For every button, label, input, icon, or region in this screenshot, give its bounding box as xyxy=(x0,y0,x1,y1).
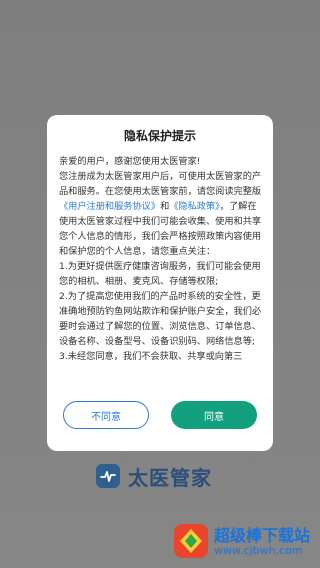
heart-pulse-icon xyxy=(96,464,120,488)
privacy-policy-link[interactable]: 《隐私政策》 xyxy=(169,201,220,212)
site-watermark: 超级棒下载站 www.cjbwh.com xyxy=(172,520,314,564)
list-item: 1.为更好提供医疗健康咨询服务，我们可能会使用您的相机、相册、麦克风、存储等权限… xyxy=(59,261,261,287)
watermark-url: www.cjbwh.com xyxy=(214,544,303,557)
greeting-text: 亲爱的用户，感谢您使用太医管家! xyxy=(59,156,201,167)
download-site-icon xyxy=(172,522,210,560)
list-item: 2.为了提高您使用我们的产品时系统的安全性，更准确地预防钓鱼网站欺诈和保护账户安… xyxy=(59,291,262,347)
list-item: 3.未经您同意，我们不会获取、共享或向第三 xyxy=(59,351,243,362)
privacy-body-text[interactable]: 亲爱的用户，感谢您使用太医管家! 您注册成为太医管家用户后，可使用太医管家的产品… xyxy=(59,154,263,387)
intro-text: 您注册成为太医管家用户后，可使用太医管家的产品和服务。在您使用太医管家前，请您阅… xyxy=(59,171,262,197)
intro-paragraph: 您注册成为太医管家用户后，可使用太医管家的产品和服务。在您使用太医管家前，请您阅… xyxy=(59,169,263,259)
brand-name: 太医管家 xyxy=(128,465,212,490)
and-text: 和 xyxy=(160,201,170,212)
disagree-button[interactable]: 不同意 xyxy=(63,401,149,429)
watermark-title: 超级棒下载站 xyxy=(214,526,311,545)
privacy-dialog: 隐私保护提示 亲爱的用户，感谢您使用太医管家! 您注册成为太医管家用户后，可使用… xyxy=(47,115,273,451)
agree-button[interactable]: 同意 xyxy=(171,401,257,429)
brand-logo-area: 太医管家 xyxy=(96,462,212,490)
dialog-title: 隐私保护提示 xyxy=(123,129,196,143)
terms-link[interactable]: 《用户注册和服务协议》 xyxy=(59,201,160,212)
